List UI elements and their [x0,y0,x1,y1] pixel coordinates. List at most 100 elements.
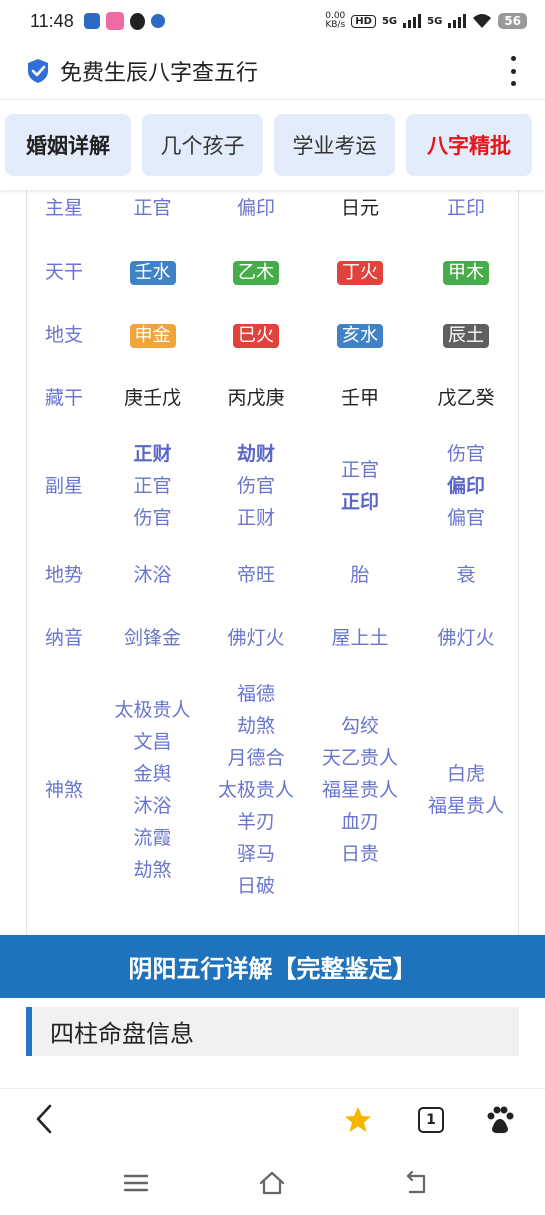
fuxing-item: 伤官 [133,507,172,529]
wifi-icon [473,14,492,28]
fuxing-item: 正官 [133,475,172,497]
table-cell: 庚壬戊 [123,387,181,409]
tab-bazi-detail[interactable]: 八字精批 [406,114,532,176]
shensha-item: 白虎 [446,763,485,785]
signal-label-2: 5G [427,15,443,27]
app-notification-icon [83,13,100,29]
table-row-canggan: 藏干 庚壬戊 丙戊庚 壬甲 戊乙癸 [27,382,518,414]
bookmark-star-icon[interactable] [343,1105,373,1135]
shensha-item: 太极贵人 [114,699,191,721]
shensha-item: 沐浴 [133,795,172,817]
shensha-item: 驿马 [236,843,275,865]
section-title: 四柱命盘信息 [26,1007,519,1056]
table-cell: 伤官 偏印 偏官 [412,438,518,534]
shensha-item: 日贵 [340,843,379,865]
shensha-item: 羊刃 [236,811,275,833]
table-cell: 正财 正官 伤官 [101,438,204,534]
notification-icons [83,12,165,30]
back-arrow-icon[interactable] [34,1103,54,1135]
feature-tabs: 婚姻详解 几个孩子 学业考运 八字精批 [0,100,545,190]
table-cell: 剑锋金 [123,627,181,649]
table-cell: 福德 劫煞 月德合 太极贵人 羊刃 驿马 日破 [204,678,308,902]
table-cell: 壬水 [101,256,204,288]
table-cell: 甲木 [412,256,518,288]
shensha-item: 劫煞 [133,859,172,881]
row-label: 神煞 [44,779,83,801]
row-label: 主星 [44,197,83,219]
table-cell: 太极贵人 文昌 金舆 沐浴 流霞 劫煞 [101,694,204,886]
shensha-item: 血刃 [340,811,379,833]
element-chip-water: 壬水 [129,261,176,285]
table-cell: 正官 [133,197,172,219]
tab-children[interactable]: 几个孩子 [142,114,263,176]
shensha-item: 流霞 [133,827,172,849]
menu-icon[interactable] [122,1170,150,1196]
table-cell: 勾绞 天乙贵人 福星贵人 血刃 日贵 [308,710,412,870]
shensha-item: 福星贵人 [427,795,504,817]
table-cell: 沐浴 [133,564,172,586]
tab-marriage[interactable]: 婚姻详解 [5,114,131,176]
table-cell: 劫财 伤官 正财 [204,438,308,534]
status-bar: 11:48 0.00 KB/s HD 5G 5G 56 [0,0,545,42]
table-cell: 戊乙癸 [437,387,495,409]
tab-count-button[interactable]: 1 [418,1107,444,1133]
fuxing-item: 正财 [133,443,172,465]
shensha-item: 劫煞 [236,715,275,737]
table-cell: 乙木 [204,256,308,288]
table-cell: 正官 正印 [308,454,412,518]
row-label: 天干 [44,261,83,283]
table-row-dizhi: 地支 申金 巳火 亥水 辰土 [27,319,518,351]
row-label: 副星 [44,475,83,497]
shensha-item: 金舆 [133,763,172,785]
more-menu-icon[interactable] [509,56,517,86]
verified-shield-icon [28,58,48,83]
element-chip-water: 亥水 [337,324,383,348]
table-row-dishi: 地势 沐浴 帝旺 胎 衰 [27,559,518,591]
back-icon[interactable] [402,1170,430,1196]
fuxing-item: 偏印 [446,475,485,497]
fuxing-item: 正官 [340,459,379,481]
row-label: 纳音 [44,627,83,649]
shensha-item: 文昌 [133,731,172,753]
table-cell: 帝旺 [236,564,275,586]
table-row-fuxing: 副星 正财 正官 伤官 劫财 伤官 正财 正官 正印 伤官 偏印 偏官 [27,438,518,534]
element-chip-wood: 乙木 [233,261,279,285]
table-cell: 正印 [446,197,485,219]
fuxing-item: 正印 [340,491,379,513]
element-chip-fire: 巳火 [233,324,279,348]
shensha-item: 日破 [236,875,275,897]
home-icon[interactable] [258,1170,286,1196]
baidu-notification-icon [150,14,165,28]
element-chip-metal: 申金 [129,324,176,348]
table-cell: 白虎 福星贵人 [412,758,518,822]
table-cell: 辰土 [412,319,518,351]
table-cell: 佛灯火 [227,627,285,649]
table-cell: 屋上土 [331,627,389,649]
baidu-paw-icon[interactable] [486,1105,514,1135]
table-cell: 巳火 [204,319,308,351]
fuxing-item: 伤官 [236,475,275,497]
status-time: 11:48 [30,10,74,31]
fuxing-item: 正财 [236,507,275,529]
qq-icon [129,12,145,30]
table-row-nayin: 纳音 剑锋金 佛灯火 屋上土 佛灯火 [27,622,518,654]
row-label: 地势 [44,564,83,586]
system-navigation-bar [0,1152,545,1215]
table-row-zhuxing: 主星 正官 偏印 日元 正印 [27,192,518,224]
tab-study[interactable]: 学业考运 [274,114,395,176]
element-chip-wood: 甲木 [443,261,489,285]
table-row-shensha: 神煞 太极贵人 文昌 金舆 沐浴 流霞 劫煞 福德 劫煞 月德合 太极贵人 羊刃… [27,678,518,902]
fuxing-item: 劫财 [236,443,275,465]
table-cell: 胎 [350,564,370,586]
row-label: 地支 [44,324,83,346]
title-bar: 免费生辰八字查五行 [0,42,545,100]
hd-icon: HD [351,14,376,28]
table-cell: 亥水 [308,319,412,351]
signal-label-1: 5G [381,15,398,27]
table-cell: 丙戊庚 [227,387,285,409]
table-cell: 丁火 [308,256,412,288]
net-speed-unit: KB/s [325,20,346,30]
message-notification-icon [105,12,124,30]
signal-bars-icon-2 [448,14,467,28]
analysis-banner-button[interactable]: 阴阳五行详解【完整鉴定】 [0,935,545,998]
